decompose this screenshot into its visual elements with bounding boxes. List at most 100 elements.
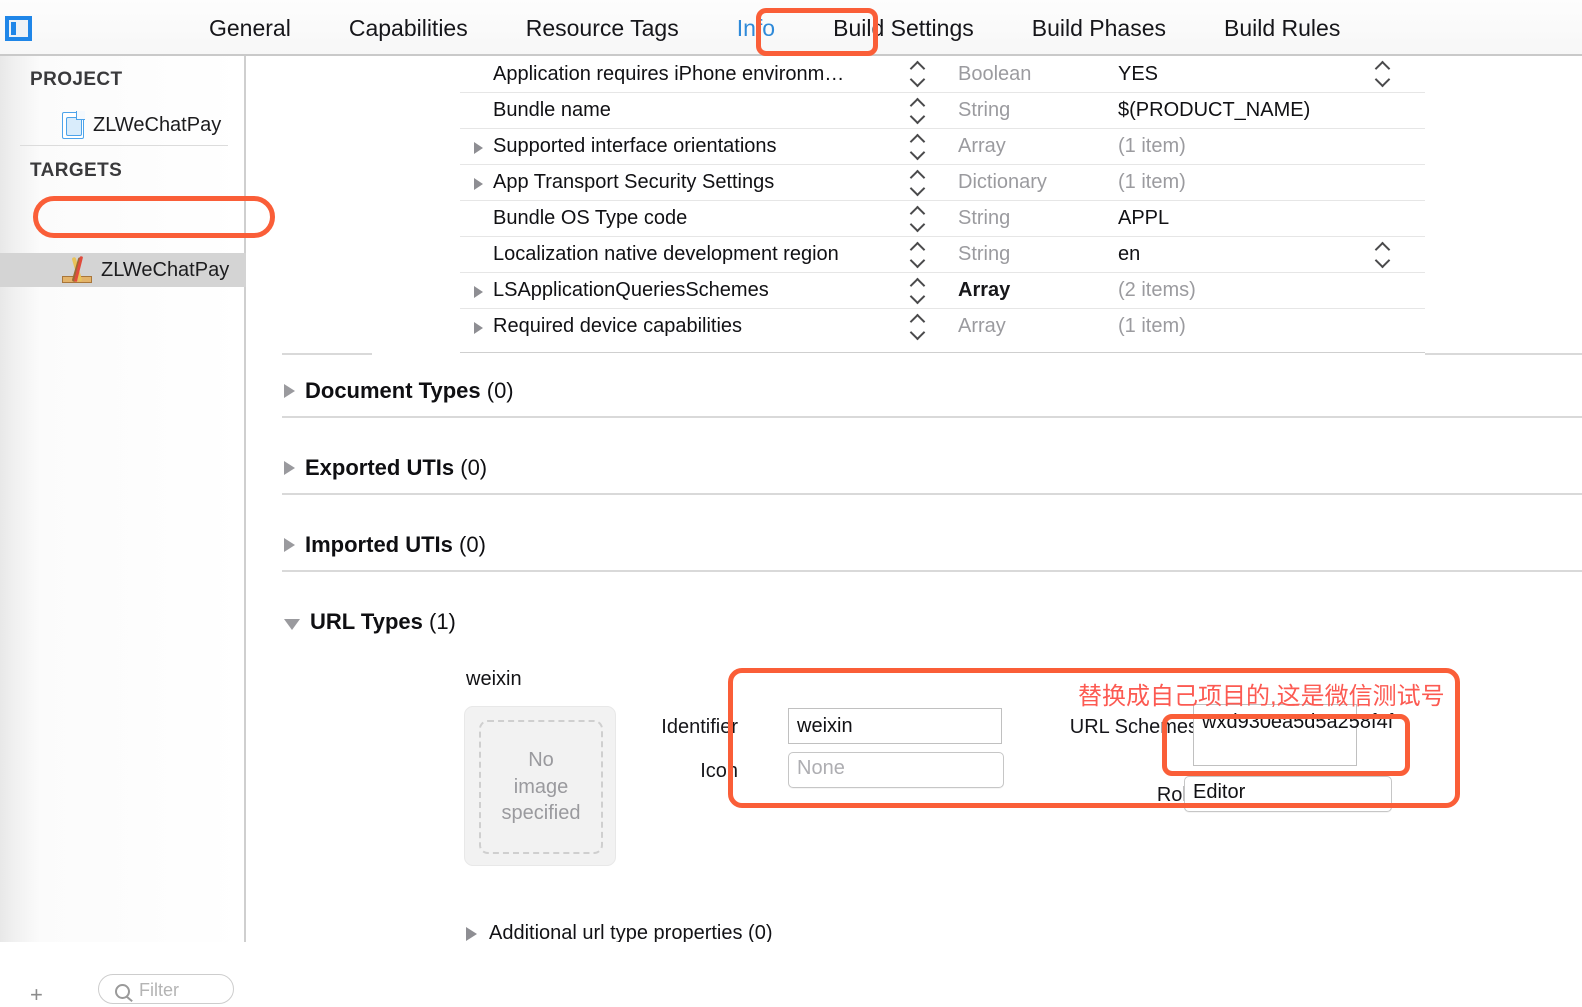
table-row[interactable]: Supported interface orientations Array (… <box>460 128 1425 164</box>
plist-type: String <box>958 243 1011 265</box>
divider-after-plist-right <box>1425 353 1582 355</box>
additional-url-type-properties[interactable]: Additional url type properties (0) <box>466 922 772 942</box>
plist-value[interactable]: $(PRODUCT_NAME) <box>1118 99 1310 122</box>
section-title: URL Types (1) <box>310 609 456 634</box>
plist-key: Bundle OS Type code <box>493 207 688 229</box>
plist-value[interactable]: en <box>1118 243 1140 266</box>
tab-info[interactable]: Info <box>708 0 804 56</box>
sidebar-item-label: ZLWeChatPay <box>93 113 222 136</box>
sidebar-item-label: ZLWeChatPay <box>101 258 230 281</box>
table-row[interactable]: Application requires iPhone environm… Bo… <box>460 56 1425 92</box>
placeholder-line-2: image <box>513 775 569 798</box>
tab-general[interactable]: General <box>180 0 320 56</box>
plist-key: App Transport Security Settings <box>493 171 775 193</box>
plist-key: Required device capabilities <box>493 315 743 337</box>
tab-list: General Capabilities Resource Tags Info … <box>180 0 1369 56</box>
divider-after-exported-utis <box>282 493 1582 495</box>
plist-type: String <box>958 207 1011 229</box>
stepper-icon[interactable] <box>910 134 928 160</box>
plist-type: Dictionary <box>958 171 1047 193</box>
editor-tab-bar: General Capabilities Resource Tags Info … <box>0 0 1582 56</box>
app-target-icon <box>62 256 92 284</box>
plist-key: Application requires iPhone environm… <box>493 62 845 85</box>
table-row[interactable]: Localization native development region S… <box>460 236 1425 272</box>
table-row[interactable]: Bundle OS Type code String APPL <box>460 200 1425 236</box>
role-stepper[interactable]: Editor <box>1184 776 1392 812</box>
tab-capabilities[interactable]: Capabilities <box>320 0 497 56</box>
tab-build-phases[interactable]: Build Phases <box>1003 0 1195 56</box>
annotation-note-text: 替换成自己项目的,这是微信测试号 <box>1078 683 1445 710</box>
stepper-icon[interactable] <box>910 61 928 87</box>
image-well-dropzone[interactable]: No image specified <box>479 720 603 854</box>
additional-props-label: Additional url type properties (0) <box>489 922 773 942</box>
stepper-icon[interactable] <box>910 242 928 268</box>
identifier-input[interactable]: weixin <box>788 708 1002 744</box>
url-type-name: weixin <box>466 668 522 690</box>
plist-value[interactable]: YES <box>1118 63 1158 86</box>
stepper-icon[interactable] <box>910 170 928 196</box>
search-icon <box>115 984 130 999</box>
project-navigator-sidebar: PROJECT ZLWeChatPay TARGETS ZLWeChatPay … <box>0 56 246 1006</box>
plist-type: Array <box>958 315 1006 337</box>
sidebar-filter-placeholder: Filter <box>139 980 179 1000</box>
info-editor-pane: Application requires iPhone environm… Bo… <box>248 56 1582 942</box>
sidebar-item-project-zlwechatpay[interactable]: ZLWeChatPay <box>0 108 246 142</box>
xcode-project-icon <box>62 111 85 139</box>
table-row[interactable]: App Transport Security Settings Dictiona… <box>460 164 1425 200</box>
table-row[interactable]: Required device capabilities Array (1 it… <box>460 308 1425 344</box>
value-stepper-icon[interactable] <box>1375 61 1393 87</box>
plist-type: String <box>958 99 1011 121</box>
disclosure-triangle-open-icon[interactable] <box>284 618 300 630</box>
tab-build-settings[interactable]: Build Settings <box>804 0 1003 56</box>
section-title: Exported UTIs (0) <box>305 455 488 480</box>
stepper-icon[interactable] <box>910 314 928 340</box>
section-title: Document Types (0) <box>305 378 514 403</box>
stepper-icon[interactable] <box>910 98 928 124</box>
sidebar-item-target-zlwechatpay[interactable]: ZLWeChatPay <box>0 253 246 287</box>
plist-type: Boolean <box>958 62 1032 85</box>
sidebar-toggle-icon[interactable] <box>5 16 32 41</box>
placeholder-line-3: specified <box>501 802 581 825</box>
plist-type: Array <box>958 135 1006 157</box>
image-well-placeholder: No image specified <box>502 747 581 826</box>
plist-key: Bundle name <box>493 99 611 121</box>
table-row[interactable]: LSApplicationQueriesSchemes Array (2 ite… <box>460 272 1425 308</box>
divider-after-imported-utis <box>282 570 1582 572</box>
tab-resource-tags[interactable]: Resource Tags <box>497 0 708 56</box>
disclosure-triangle-icon[interactable] <box>474 142 483 154</box>
plist-value[interactable]: APPL <box>1118 207 1169 230</box>
section-exported-utis[interactable]: Exported UTIs (0) <box>284 455 487 481</box>
sidebar-add-button[interactable]: + <box>30 984 43 1006</box>
table-row[interactable]: Bundle name String $(PRODUCT_NAME) <box>460 92 1425 128</box>
info-plist-table: Application requires iPhone environm… Bo… <box>460 56 1425 344</box>
tab-build-rules[interactable]: Build Rules <box>1195 0 1369 56</box>
plist-bottom-border <box>460 352 1425 353</box>
plist-type: Array <box>958 279 1011 301</box>
identifier-label: Identifier <box>661 716 738 738</box>
value-stepper-icon[interactable] <box>1375 242 1393 268</box>
section-url-types[interactable]: URL Types (1) <box>284 609 456 635</box>
disclosure-triangle-icon[interactable] <box>284 384 295 398</box>
stepper-icon[interactable] <box>910 278 928 304</box>
divider-after-document-types <box>282 416 1582 418</box>
icon-dropdown[interactable]: None <box>788 752 1004 788</box>
disclosure-triangle-icon[interactable] <box>474 322 483 334</box>
disclosure-triangle-icon[interactable] <box>284 538 295 552</box>
section-document-types[interactable]: Document Types (0) <box>284 378 514 404</box>
url-schemes-input[interactable]: wxd930ea5d5a258f4f <box>1193 704 1393 766</box>
section-imported-utis[interactable]: Imported UTIs (0) <box>284 532 486 558</box>
plist-value[interactable]: (1 item) <box>1118 315 1186 338</box>
disclosure-triangle-icon[interactable] <box>474 178 483 190</box>
stepper-icon[interactable] <box>910 206 928 232</box>
targets-section-header: TARGETS <box>30 160 123 181</box>
plist-value[interactable]: (1 item) <box>1118 171 1186 194</box>
sidebar-filter-input[interactable]: Filter <box>98 974 234 1004</box>
plist-value[interactable]: (2 items) <box>1118 279 1196 302</box>
sidebar-divider <box>20 145 228 146</box>
disclosure-triangle-icon[interactable] <box>474 286 483 298</box>
section-title: Imported UTIs (0) <box>305 532 486 557</box>
plist-value[interactable]: (1 item) <box>1118 135 1186 158</box>
disclosure-triangle-icon[interactable] <box>284 461 295 475</box>
disclosure-triangle-icon[interactable] <box>466 926 477 941</box>
url-type-image-well[interactable]: No image specified <box>464 706 616 866</box>
